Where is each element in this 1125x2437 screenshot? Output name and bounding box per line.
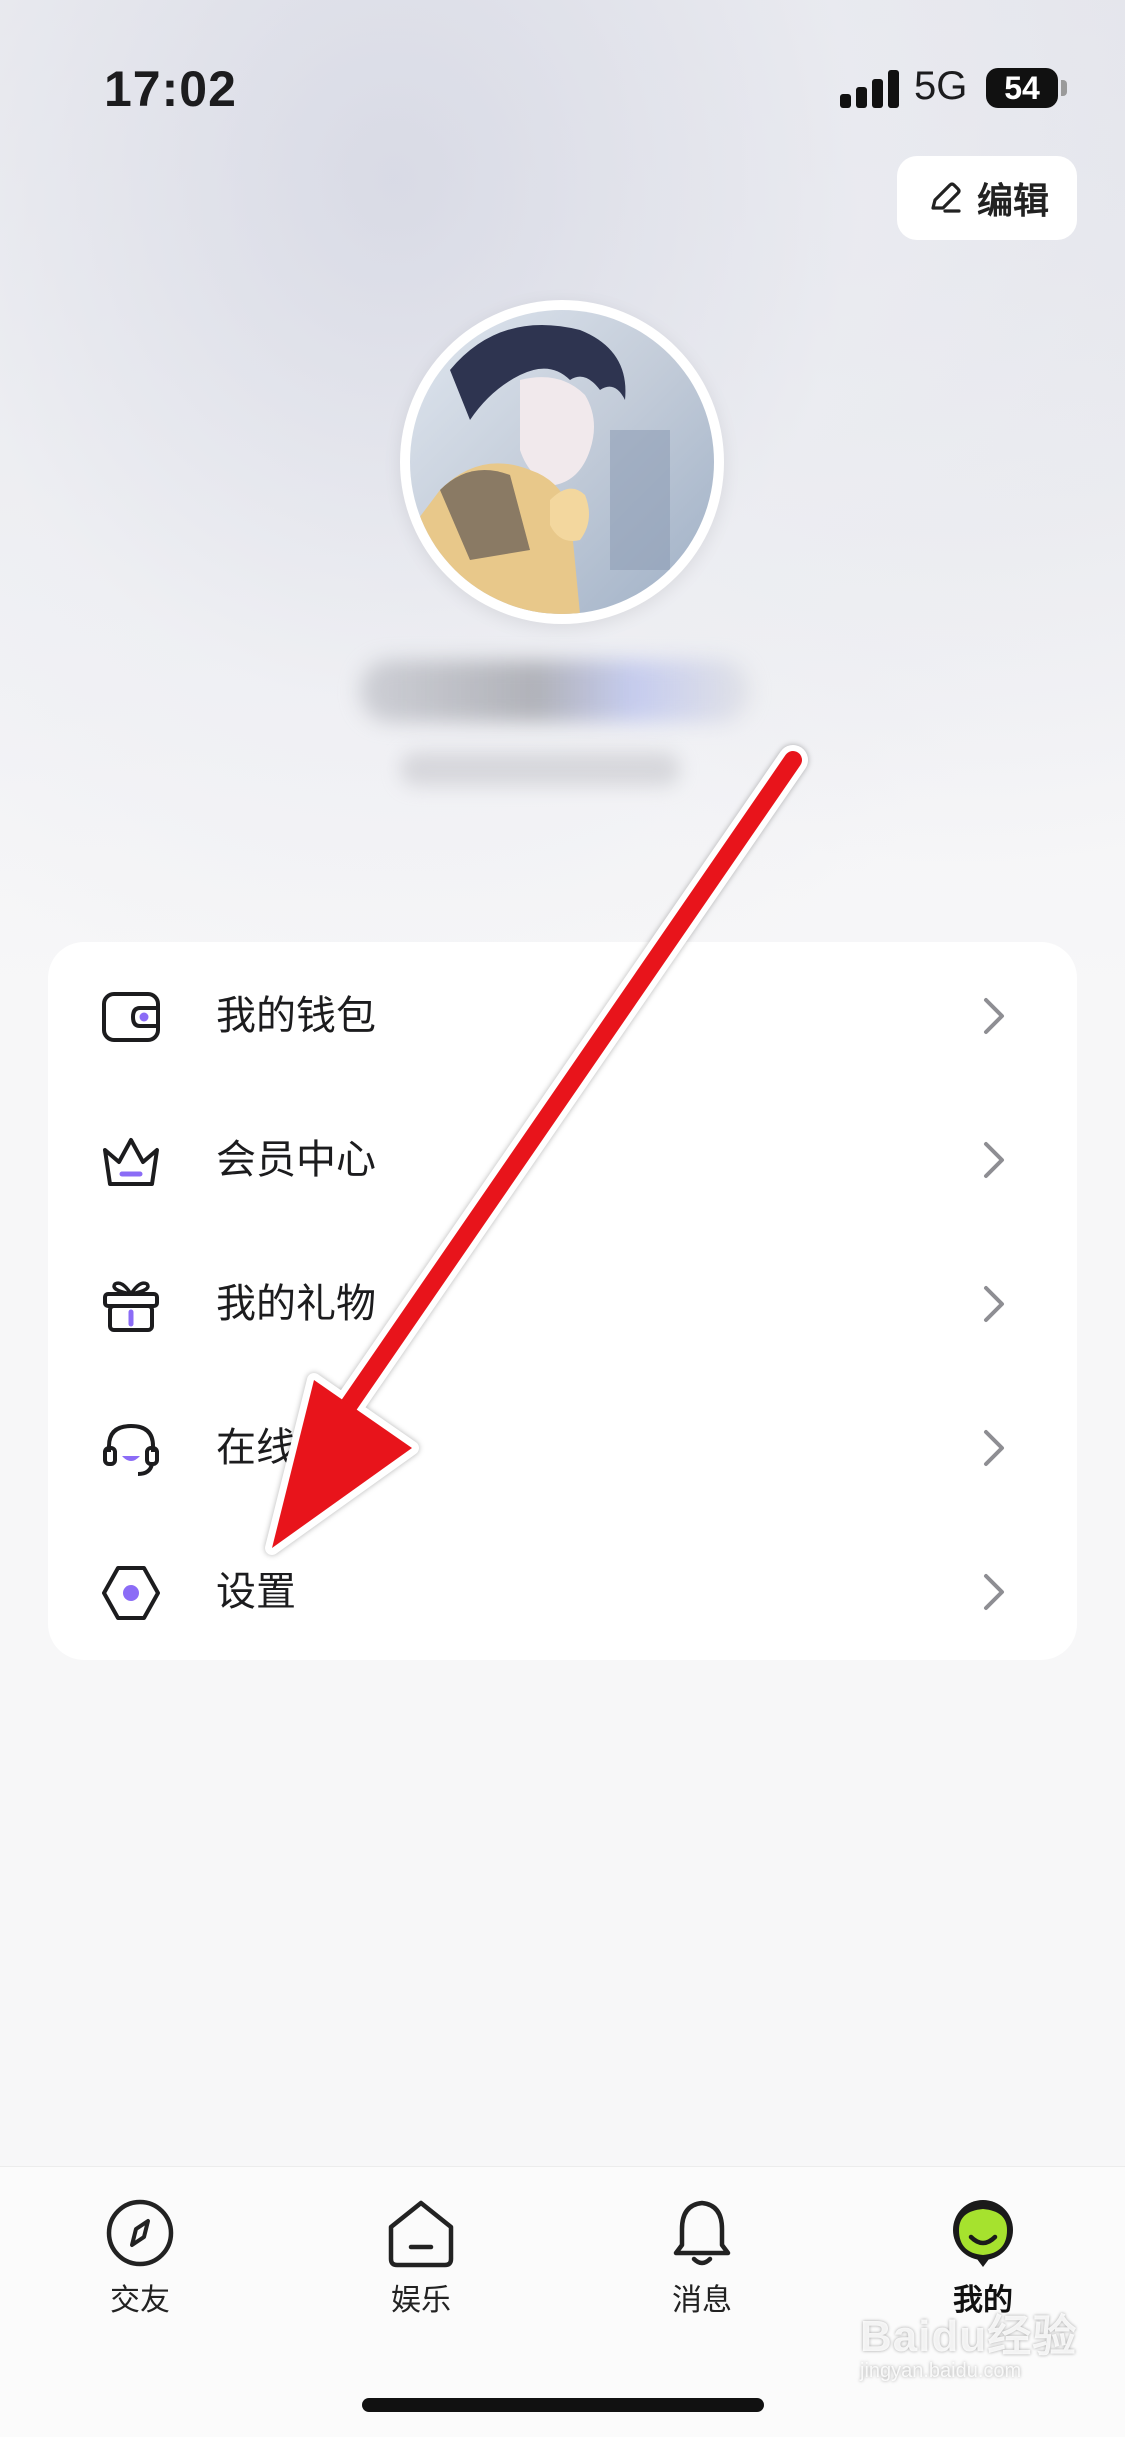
- menu-item-label: 我的礼物: [216, 1281, 376, 1327]
- profile-menu-card: 我的钱包 会员中心 我的礼物 在线客服 设置: [48, 942, 1077, 1660]
- headset-icon: [103, 1423, 159, 1476]
- baidu-jingyan-watermark: Baidu经验 jingyan.baidu.com: [860, 2300, 1100, 2390]
- user-id-blurred: [400, 752, 680, 786]
- battery-level: 54: [1004, 69, 1040, 106]
- tab-label: 娱乐: [391, 2283, 451, 2318]
- chevron-right-icon: [984, 1574, 1004, 1610]
- username-blurred: [360, 660, 750, 722]
- bell-icon: [673, 2200, 731, 2266]
- avatar-image: [410, 310, 714, 614]
- watermark-brand: Baidu经验: [860, 2312, 1078, 2361]
- tab-label: 消息: [672, 2283, 732, 2318]
- menu-item-membership[interactable]: 会员中心: [48, 1088, 1077, 1232]
- tab-label: 交友: [110, 2283, 170, 2318]
- menu-item-gifts[interactable]: 我的礼物: [48, 1232, 1077, 1376]
- menu-item-customer-service[interactable]: 在线客服: [48, 1376, 1077, 1520]
- battery-icon: 54: [986, 68, 1058, 108]
- compass-icon: [106, 2199, 174, 2267]
- chevron-right-icon: [984, 1142, 1004, 1178]
- edit-label: 编辑: [976, 181, 1049, 222]
- profile-face-icon: [953, 2200, 1013, 2267]
- tab-messages[interactable]: 消息: [632, 2197, 772, 2319]
- menu-item-label: 在线客服: [216, 1425, 376, 1471]
- menu-item-label: 我的钱包: [216, 993, 376, 1039]
- menu-item-settings[interactable]: 设置: [48, 1520, 1077, 1664]
- network-type: 5G: [914, 64, 968, 108]
- edit-profile-button[interactable]: 编辑: [897, 156, 1077, 240]
- gift-icon: [103, 1281, 159, 1332]
- menu-item-wallet[interactable]: 我的钱包: [48, 944, 1077, 1088]
- chevron-right-icon: [984, 1286, 1004, 1322]
- status-time: 17:02: [104, 61, 237, 117]
- home-indicator[interactable]: [362, 2398, 764, 2412]
- battery-cap: [1061, 80, 1067, 96]
- avatar[interactable]: [400, 300, 724, 624]
- chevron-right-icon: [984, 998, 1004, 1034]
- menu-item-label: 设置: [216, 1569, 296, 1615]
- cellular-signal-icon: [840, 70, 900, 108]
- pencil-icon: [931, 182, 961, 213]
- wallet-icon: [102, 992, 160, 1042]
- menu-item-label: 会员中心: [216, 1137, 376, 1183]
- home-icon: [388, 2200, 454, 2268]
- chevron-right-icon: [984, 1430, 1004, 1466]
- settings-icon: [102, 1566, 160, 1620]
- tab-entertainment[interactable]: 娱乐: [351, 2197, 491, 2319]
- crown-icon: [103, 1138, 159, 1186]
- tab-friends[interactable]: 交友: [70, 2197, 210, 2319]
